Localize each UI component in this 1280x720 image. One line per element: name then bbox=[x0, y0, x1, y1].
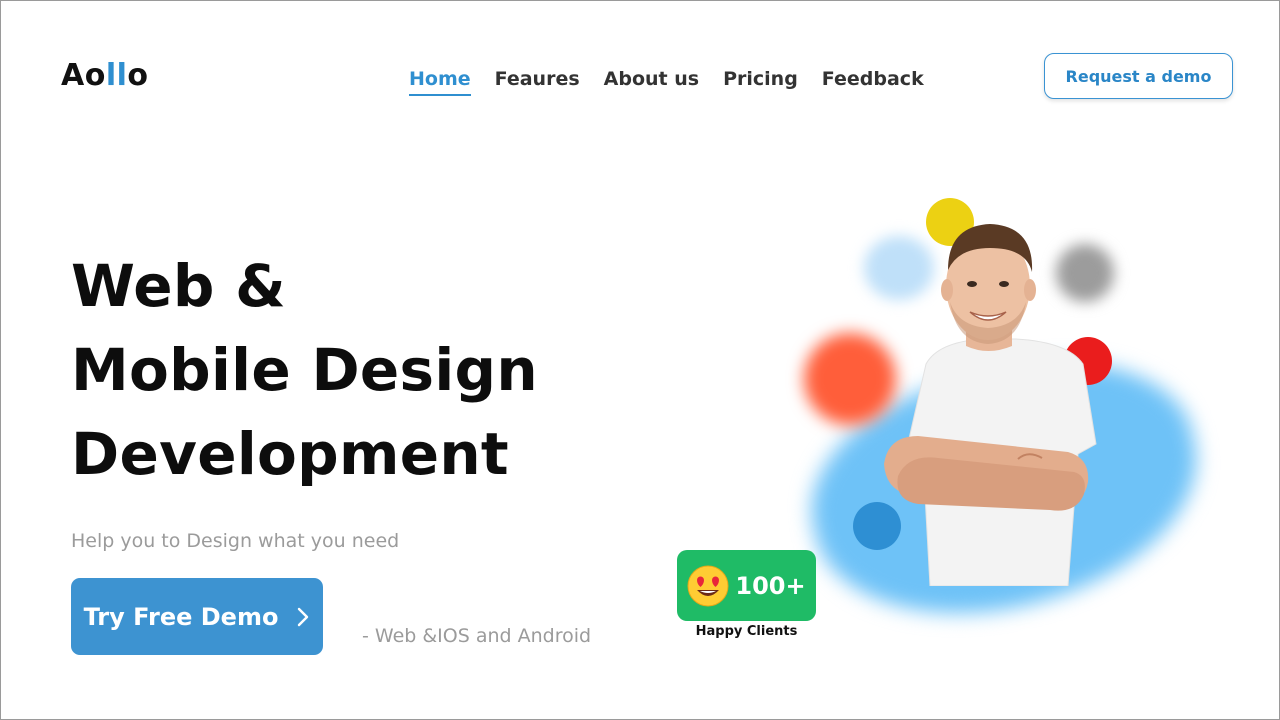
hero-subtitle: Help you to Design what you need bbox=[71, 530, 400, 552]
smiling-man-photo bbox=[884, 224, 1097, 586]
logo-accent: ll bbox=[105, 58, 128, 93]
brand-logo[interactable]: Aollo bbox=[61, 58, 149, 93]
nav-item-pricing[interactable]: Pricing bbox=[723, 68, 798, 96]
cta-label: Try Free Demo bbox=[83, 602, 279, 631]
hero-title-line-3: Development bbox=[71, 420, 509, 488]
happy-clients-badge: 100+ bbox=[677, 550, 816, 621]
nav-item-about-us[interactable]: About us bbox=[604, 68, 699, 96]
hero-title-line-1: Web & bbox=[71, 252, 287, 320]
logo-prefix: Ao bbox=[61, 58, 106, 93]
chevron-right-icon bbox=[298, 607, 309, 626]
hero-title-line-2: Mobile Design bbox=[71, 336, 538, 404]
main-nav: Home Feaures About us Pricing Feedback bbox=[409, 68, 924, 96]
heart-eyes-emoji-icon bbox=[687, 565, 729, 606]
try-free-demo-button[interactable]: Try Free Demo bbox=[71, 578, 323, 655]
nav-item-feedback[interactable]: Feedback bbox=[822, 68, 924, 96]
nav-item-home[interactable]: Home bbox=[409, 68, 471, 96]
logo-suffix: o bbox=[127, 58, 149, 93]
clients-count: 100+ bbox=[735, 571, 806, 600]
hero-title: Web & Mobile Design Development bbox=[71, 244, 538, 496]
nav-item-features[interactable]: Feaures bbox=[495, 68, 580, 96]
request-demo-button[interactable]: Request a demo bbox=[1044, 53, 1233, 99]
happy-clients-caption: Happy Clients bbox=[695, 624, 798, 639]
platform-note: - Web &IOS and Android bbox=[362, 625, 592, 647]
